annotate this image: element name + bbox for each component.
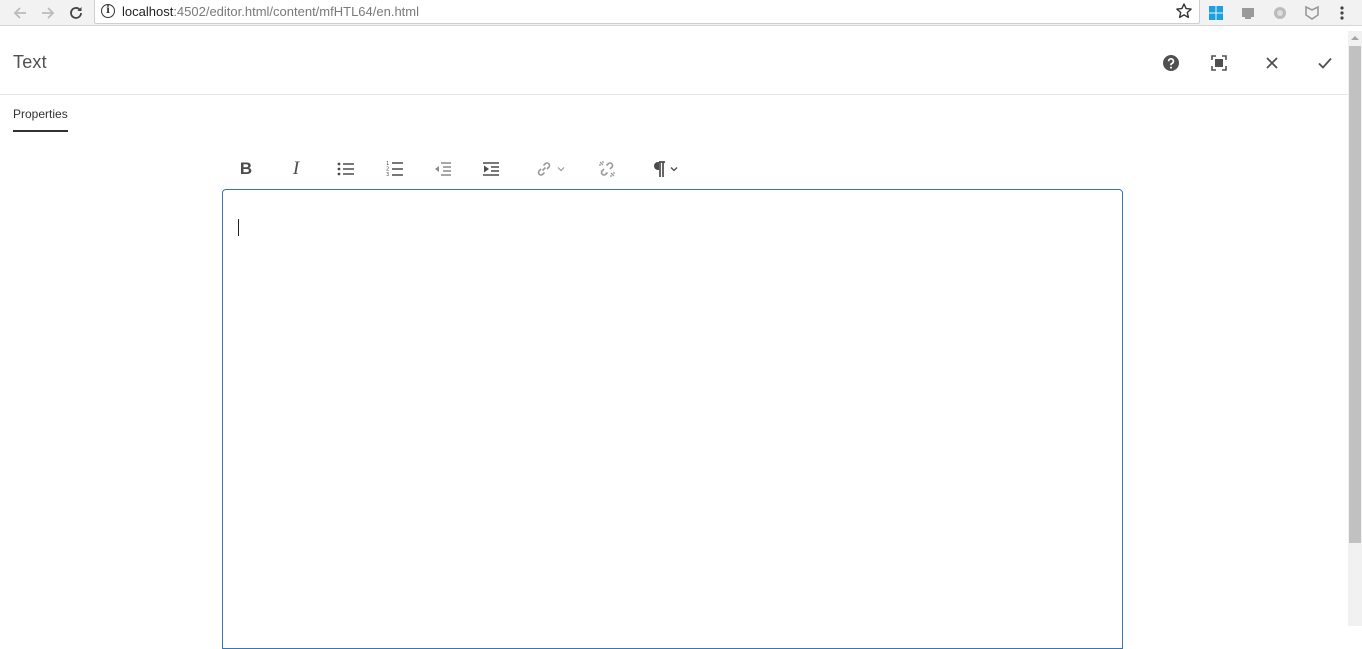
tab-list: Properties [13, 105, 68, 132]
italic-button[interactable]: I [285, 154, 307, 184]
dialog-title: Text [13, 52, 47, 72]
rich-text-editor[interactable] [222, 189, 1123, 649]
close-icon[interactable] [1261, 52, 1283, 74]
dialog-header: Text [0, 31, 1348, 95]
unlink-icon[interactable] [595, 154, 619, 184]
browser-toolbar: i localhost:4502/editor.html/content/mfH… [0, 0, 1362, 26]
scrollbar-thumb[interactable] [1349, 46, 1361, 543]
scroll-up-arrow-icon[interactable] [1348, 31, 1362, 45]
text-cursor [238, 219, 239, 236]
screen-icon[interactable] [1238, 3, 1258, 23]
shield-icon[interactable] [1302, 3, 1322, 23]
info-icon[interactable]: i [101, 4, 115, 18]
menu-dots-icon[interactable] [1332, 3, 1352, 23]
link-icon[interactable] [530, 154, 570, 184]
reload-icon[interactable] [65, 2, 87, 24]
indent-icon[interactable] [479, 154, 503, 184]
help-icon[interactable] [1160, 52, 1182, 74]
circle-icon[interactable] [1270, 3, 1290, 23]
windows-icon[interactable] [1206, 3, 1226, 23]
back-arrow-icon[interactable] [9, 2, 31, 24]
chevron-down-icon [670, 167, 678, 172]
address-bar[interactable]: i localhost:4502/editor.html/content/mfH… [94, 0, 1200, 24]
bold-button[interactable]: B [235, 154, 257, 184]
rte-toolbar: B I 123 [223, 154, 1123, 184]
numbered-list-icon[interactable]: 123 [383, 154, 407, 184]
tab-properties[interactable]: Properties [13, 107, 68, 132]
url-text: localhost:4502/editor.html/content/mfHTL… [122, 4, 419, 19]
bookmark-star-icon[interactable] [1175, 2, 1193, 20]
outdent-icon[interactable] [431, 154, 455, 184]
check-icon[interactable] [1314, 52, 1336, 74]
svg-text:3: 3 [386, 172, 389, 178]
forward-arrow-icon[interactable] [37, 2, 59, 24]
chevron-down-icon [557, 167, 565, 172]
bullet-list-icon[interactable] [334, 154, 358, 184]
vertical-scrollbar[interactable] [1348, 31, 1362, 626]
fullscreen-icon[interactable] [1208, 52, 1230, 74]
paragraph-format-icon[interactable] [647, 154, 683, 184]
